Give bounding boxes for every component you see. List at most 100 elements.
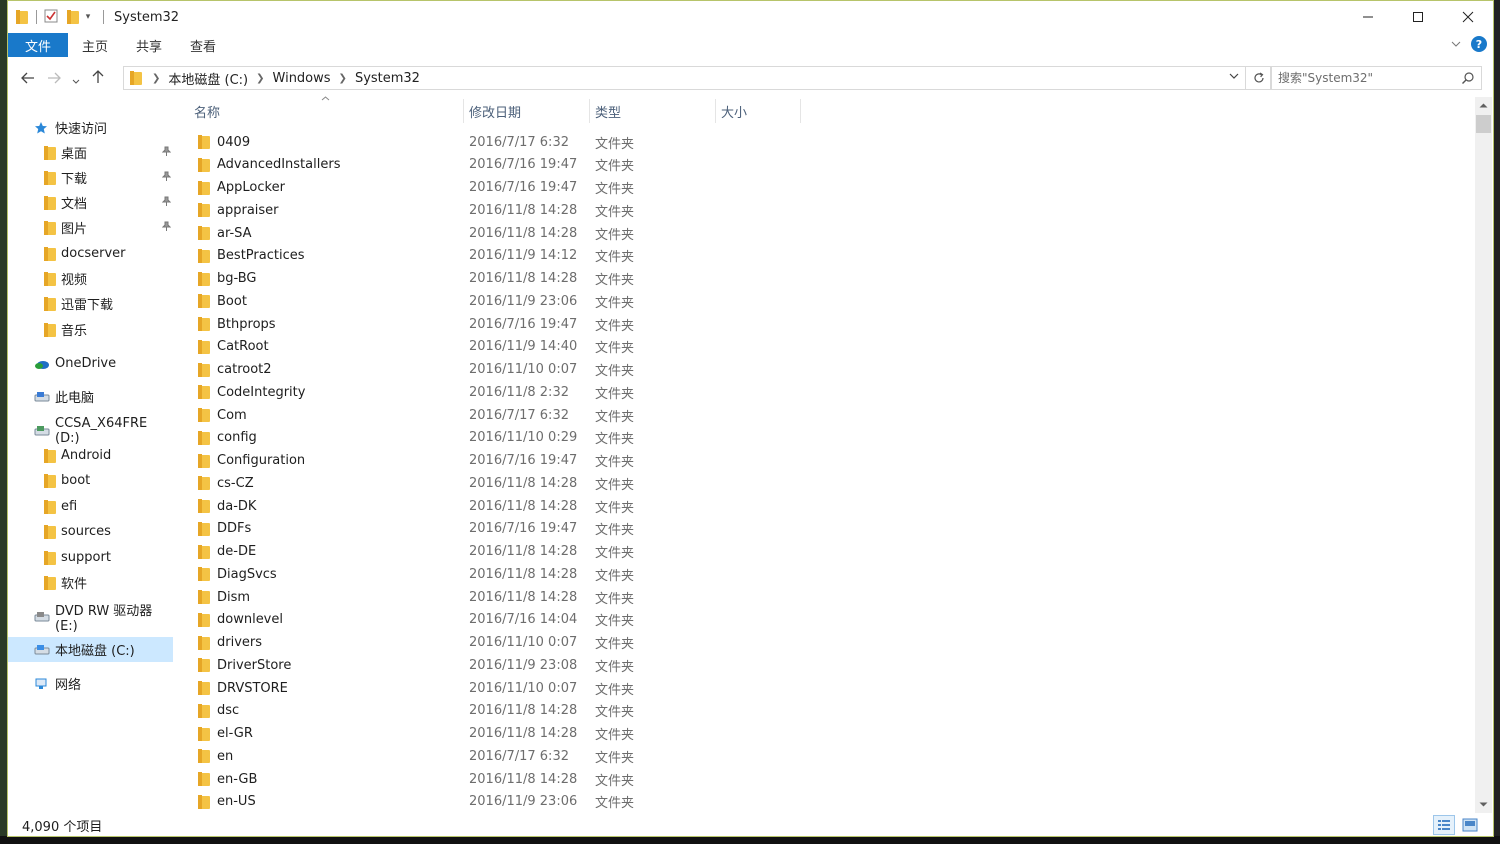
file-row[interactable]: catroot2 2016/11/10 0:07 文件夹 [188, 359, 1473, 381]
folder-icon [44, 448, 56, 463]
sidebar-item[interactable]: 文档 [8, 190, 173, 215]
tab-home[interactable]: 主页 [68, 33, 122, 57]
file-row[interactable]: appraiser 2016/11/8 14:28 文件夹 [188, 199, 1473, 221]
file-row[interactable]: Com 2016/7/17 6:32 文件夹 [188, 404, 1473, 426]
tab-share[interactable]: 共享 [122, 33, 176, 57]
forward-arrow-icon[interactable] [41, 69, 67, 88]
file-row[interactable]: downlevel 2016/7/16 14:04 文件夹 [188, 609, 1473, 631]
sidebar-item[interactable]: 本地磁盘 (C:) [8, 637, 173, 662]
back-arrow-icon[interactable] [15, 69, 41, 88]
file-row[interactable]: AppLocker 2016/7/16 19:47 文件夹 [188, 177, 1473, 199]
help-icon[interactable]: ? [1471, 36, 1487, 52]
file-row[interactable]: DriverStore 2016/11/9 23:08 文件夹 [188, 654, 1473, 676]
search-box[interactable] [1270, 66, 1482, 90]
file-row[interactable]: Boot 2016/11/9 23:06 文件夹 [188, 290, 1473, 312]
expand-ribbon-chevron-down-icon[interactable] [1451, 39, 1461, 50]
scrollbar-thumb[interactable] [1476, 115, 1491, 133]
tab-file[interactable]: 文件 [8, 33, 69, 57]
large-icons-view-icon[interactable] [1459, 815, 1481, 835]
file-row[interactable]: AdvancedInstallers 2016/7/16 19:47 文件夹 [188, 154, 1473, 176]
column-divider[interactable] [463, 99, 464, 123]
sidebar-item[interactable]: DVD RW 驱动器 (E:) [8, 604, 173, 634]
file-row[interactable]: DRVSTORE 2016/11/10 0:07 文件夹 [188, 677, 1473, 699]
sidebar-item[interactable]: efi [8, 494, 173, 519]
pin-icon[interactable] [161, 221, 172, 234]
column-header-name[interactable]: 名称 [194, 99, 220, 123]
close-button[interactable] [1443, 1, 1493, 33]
file-row[interactable]: bg-BG 2016/11/8 14:28 文件夹 [188, 268, 1473, 290]
file-row[interactable]: config 2016/11/10 0:29 文件夹 [188, 427, 1473, 449]
column-divider[interactable] [589, 99, 590, 123]
file-row[interactable]: de-DE 2016/11/8 14:28 文件夹 [188, 541, 1473, 563]
sidebar-item[interactable]: Android [8, 443, 173, 468]
sidebar-item[interactable]: 此电脑 [8, 384, 173, 409]
search-input[interactable] [1271, 67, 1451, 89]
file-row[interactable]: en-US 2016/11/9 23:06 文件夹 [188, 791, 1473, 813]
vertical-scrollbar[interactable] [1475, 97, 1492, 813]
refresh-icon[interactable] [1246, 66, 1272, 90]
sidebar-item[interactable]: 音乐 [8, 317, 173, 342]
file-row[interactable]: Dism 2016/11/8 14:28 文件夹 [188, 586, 1473, 608]
tab-view[interactable]: 查看 [176, 33, 230, 57]
customize-toolbar-icon[interactable]: ▾ [83, 8, 93, 26]
column-header-date-modified[interactable]: 修改日期 [469, 99, 521, 123]
file-row[interactable]: DDFs 2016/7/16 19:47 文件夹 [188, 518, 1473, 540]
file-row[interactable]: da-DK 2016/11/8 14:28 文件夹 [188, 495, 1473, 517]
file-row[interactable]: CatRoot 2016/11/9 14:40 文件夹 [188, 336, 1473, 358]
sidebar-item[interactable]: support [8, 545, 173, 570]
new-folder-icon[interactable] [67, 10, 79, 24]
sidebar-item[interactable]: 视频 [8, 266, 173, 291]
up-arrow-icon[interactable] [85, 69, 111, 88]
breadcrumb-local-disk-c[interactable]: 本地磁盘 (C:) [168, 69, 248, 88]
breadcrumb-windows[interactable]: Windows [273, 71, 331, 86]
pin-icon[interactable] [161, 196, 172, 209]
address-history-chevron-down-icon[interactable] [1229, 69, 1239, 83]
sidebar-item[interactable]: 下载 [8, 165, 173, 190]
file-row[interactable]: el-GR 2016/11/8 14:28 文件夹 [188, 723, 1473, 745]
breadcrumb-system32[interactable]: System32 [355, 71, 420, 86]
column-divider[interactable] [800, 99, 801, 123]
file-row[interactable]: 0409 2016/7/17 6:32 文件夹 [188, 131, 1473, 153]
minimize-button[interactable] [1343, 1, 1393, 33]
file-date-modified: 2016/11/10 0:07 [469, 635, 578, 650]
sidebar-item[interactable]: docserver [8, 241, 173, 266]
file-row[interactable]: Bthprops 2016/7/16 19:47 文件夹 [188, 313, 1473, 335]
file-row[interactable]: drivers 2016/11/10 0:07 文件夹 [188, 632, 1473, 654]
file-row[interactable]: ar-SA 2016/11/8 14:28 文件夹 [188, 222, 1473, 244]
sidebar-item[interactable]: OneDrive [8, 351, 173, 376]
file-row[interactable]: BestPractices 2016/11/9 14:12 文件夹 [188, 245, 1473, 267]
sidebar-item[interactable]: boot [8, 468, 173, 493]
file-row[interactable]: DiagSvcs 2016/11/8 14:28 文件夹 [188, 563, 1473, 585]
file-row[interactable]: CodeIntegrity 2016/11/8 2:32 文件夹 [188, 381, 1473, 403]
pin-icon[interactable] [161, 146, 172, 159]
column-header-size[interactable]: 大小 [721, 99, 747, 123]
column-header-type[interactable]: 类型 [595, 99, 621, 123]
breadcrumb-chevron-icon[interactable]: ❯ [256, 73, 264, 84]
recent-locations-chevron-down-icon[interactable] [67, 69, 85, 88]
sidebar-item-label: 视频 [61, 273, 88, 288]
breadcrumb-chevron-icon[interactable]: ❯ [152, 73, 160, 84]
pin-icon[interactable] [161, 171, 172, 184]
file-row[interactable]: dsc 2016/11/8 14:28 文件夹 [188, 700, 1473, 722]
file-row[interactable]: cs-CZ 2016/11/8 14:28 文件夹 [188, 472, 1473, 494]
sidebar-item[interactable]: 网络 [8, 671, 173, 696]
maximize-button[interactable] [1393, 1, 1443, 33]
sidebar-item[interactable]: 软件 [8, 570, 173, 595]
properties-icon[interactable] [43, 8, 61, 26]
sidebar-item[interactable]: sources [8, 519, 173, 544]
scroll-up-arrow-icon[interactable] [1475, 97, 1492, 114]
sidebar-item[interactable]: 桌面 [8, 140, 173, 165]
sidebar-item[interactable]: CCSA_X64FRE (D:) [8, 416, 173, 446]
scroll-down-arrow-icon[interactable] [1475, 796, 1492, 813]
sidebar-item[interactable]: 快速访问 [8, 115, 173, 140]
details-view-icon[interactable] [1433, 815, 1455, 835]
file-row[interactable]: en-GB 2016/11/8 14:28 文件夹 [188, 768, 1473, 790]
sidebar-item[interactable]: 图片 [8, 215, 173, 240]
column-divider[interactable] [715, 99, 716, 123]
search-icon[interactable] [1461, 71, 1475, 85]
breadcrumb-chevron-icon[interactable]: ❯ [339, 73, 347, 84]
sidebar-item[interactable]: 迅雷下载 [8, 291, 173, 316]
address-bar[interactable]: ❯ 本地磁盘 (C:) ❯ Windows ❯ System32 [123, 66, 1246, 90]
file-row[interactable]: en 2016/7/17 6:32 文件夹 [188, 745, 1473, 767]
file-row[interactable]: Configuration 2016/7/16 19:47 文件夹 [188, 450, 1473, 472]
